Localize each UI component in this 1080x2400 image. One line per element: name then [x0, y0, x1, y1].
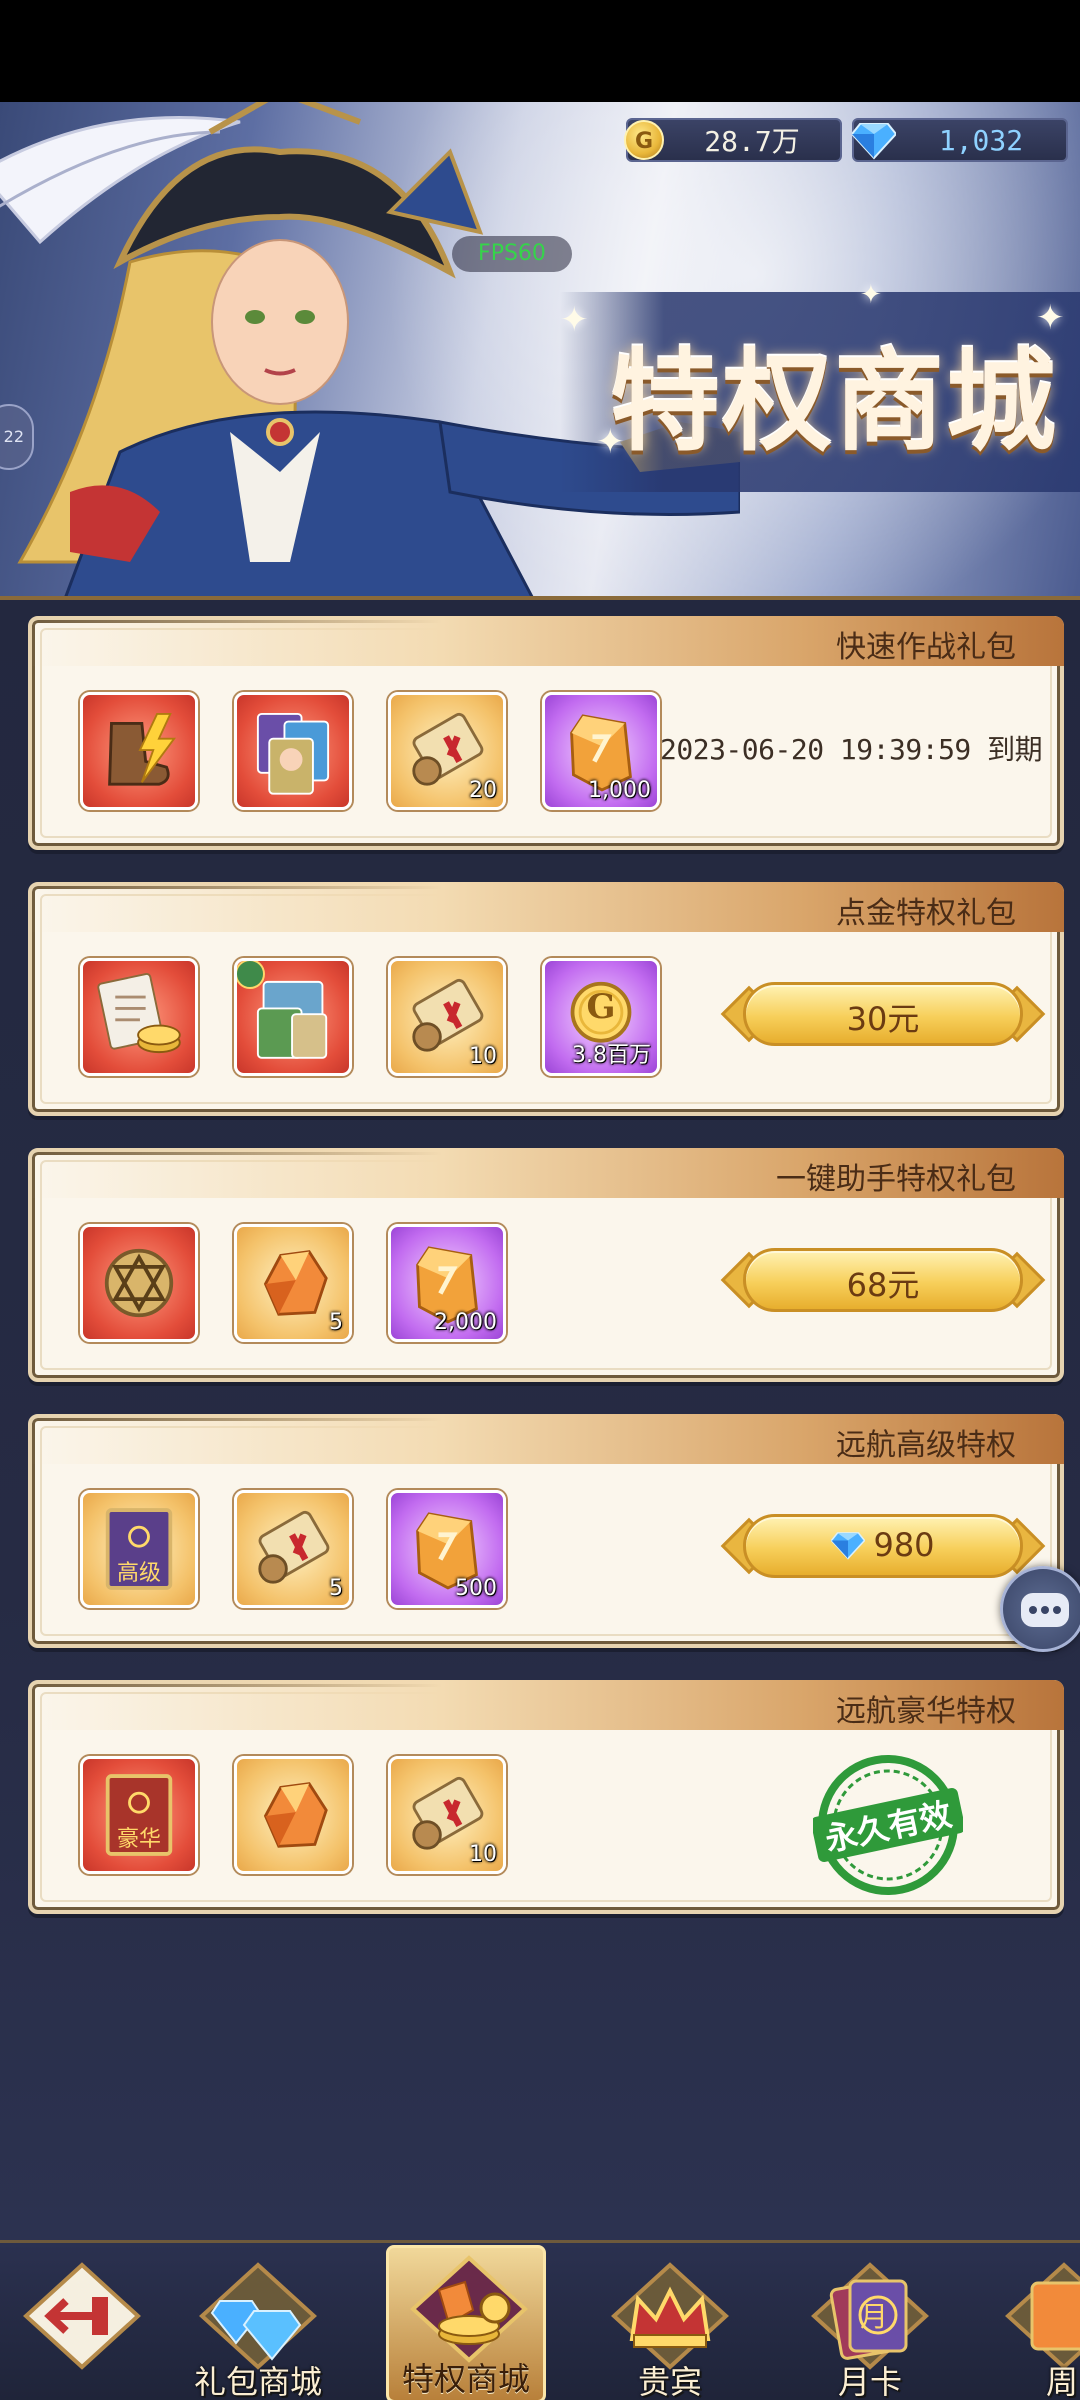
- package-card: 远航豪华特权 豪华 10 永久有效: [28, 1680, 1064, 1914]
- fps-counter: FPS60: [452, 236, 572, 272]
- price-label: 980: [873, 1526, 935, 1564]
- amber-crystal-icon[interactable]: 500: [388, 1490, 506, 1608]
- sparkle-icon: ✦: [560, 300, 589, 340]
- gem-value: 1,032: [938, 123, 1024, 157]
- map-cards-icon[interactable]: [234, 958, 352, 1076]
- package-name: 远航豪华特权: [836, 1694, 1016, 1729]
- package-card: 点金特权礼包 10 G 3.8百万 30元: [28, 882, 1064, 1116]
- book-label: 豪华: [116, 1827, 161, 1852]
- sparkle-icon: ✦: [596, 422, 625, 462]
- weekly-card-icon: [1005, 2262, 1080, 2370]
- month-card-glyph: 月: [860, 2300, 889, 2333]
- package-name: 远航高级特权: [836, 1428, 1016, 1463]
- coin-letter: G: [586, 987, 616, 1027]
- bottom-nav: 礼包商城 特权商城 贵宾 月 月卡 周: [0, 2240, 1080, 2400]
- gold-coin-icon[interactable]: G 3.8百万: [542, 958, 660, 1076]
- gold-value: 28.7万: [704, 125, 800, 158]
- letter-gold-icon[interactable]: [80, 958, 198, 1076]
- nav-weekly[interactable]: 周: [1000, 2255, 1080, 2400]
- nav-vip[interactable]: 贵宾: [590, 2255, 750, 2400]
- gold-coin-icon: G: [624, 120, 664, 160]
- amber-crystal-icon[interactable]: 2,000: [388, 1224, 506, 1342]
- package-name: 快速作战礼包: [836, 630, 1016, 665]
- gem-currency[interactable]: 1,032: [852, 118, 1068, 162]
- scroll-icon[interactable]: 10: [388, 958, 506, 1076]
- package-list: 快速作战礼包 20 1,000 2023-06-20 19:39:59 到期 点…: [0, 600, 1080, 2240]
- heroes-cards-icon[interactable]: [234, 692, 352, 810]
- nav-label: 礼包商城: [193, 2363, 322, 2400]
- treasure-icon: [410, 2255, 528, 2363]
- orange-ore-icon[interactable]: 5: [234, 1224, 352, 1342]
- permanent-stamp: 永久有效: [810, 1750, 966, 1900]
- nav-label: 月卡: [837, 2363, 902, 2400]
- price-label: 30元: [846, 1000, 920, 1038]
- expire-time: 2023-06-20 19:39:59 到期: [660, 733, 1043, 766]
- book-label: 高级: [116, 1561, 161, 1586]
- chat-button[interactable]: [1000, 1566, 1080, 1652]
- gold-currency[interactable]: G 28.7万: [624, 118, 842, 162]
- status-bar: [0, 0, 1080, 102]
- item-row: 5 2,000: [80, 1224, 506, 1342]
- exit-icon: [23, 2262, 141, 2370]
- diamond-icon: [852, 123, 896, 160]
- diamonds-icon: [199, 2262, 317, 2370]
- boot-lightning-icon[interactable]: [80, 692, 198, 810]
- shop-banner: 特权商城 ✦ ✦ ✦ ✦: [0, 102, 1080, 600]
- package-name: 点金特权礼包: [836, 896, 1016, 931]
- diamond-icon: [831, 1532, 866, 1560]
- nav-label: 贵宾: [637, 2363, 702, 2400]
- sparkle-icon: ✦: [1036, 298, 1065, 338]
- buy-980-gems-button[interactable]: 980: [720, 1506, 1046, 1586]
- buy-68-button[interactable]: 68元: [720, 1240, 1046, 1320]
- crown-icon: [611, 2262, 729, 2370]
- luxury-book-icon[interactable]: 豪华: [80, 1756, 198, 1874]
- scroll-icon[interactable]: 5: [234, 1490, 352, 1608]
- nav-label: 周: [1045, 2363, 1078, 2400]
- amber-crystal-icon[interactable]: 1,000: [542, 692, 660, 810]
- nav-month-card[interactable]: 月 月卡: [790, 2255, 950, 2400]
- package-card: 一键助手特权礼包 5 2,000 68元: [28, 1148, 1064, 1382]
- item-row: 高级 5 500: [80, 1490, 506, 1608]
- scroll-icon[interactable]: 10: [388, 1756, 506, 1874]
- chat-icon: [1021, 1593, 1069, 1627]
- scroll-icon[interactable]: 20: [388, 692, 506, 810]
- sparkle-icon: ✦: [860, 280, 882, 310]
- nav-privilege-shop[interactable]: 特权商城: [386, 2245, 546, 2400]
- package-name: 一键助手特权礼包: [776, 1162, 1016, 1197]
- nav-back[interactable]: [2, 2255, 162, 2400]
- price-label: 68元: [846, 1266, 920, 1304]
- compass-medal-icon[interactable]: [80, 1224, 198, 1342]
- orange-ore-icon[interactable]: [234, 1756, 352, 1874]
- package-card: 快速作战礼包 20 1,000 2023-06-20 19:39:59 到期: [28, 616, 1064, 850]
- nav-gift-shop[interactable]: 礼包商城: [178, 2255, 338, 2400]
- package-card: 远航高级特权 高级 5 500 980: [28, 1414, 1064, 1648]
- item-row: 20 1,000: [80, 692, 660, 810]
- nav-label: 特权商城: [401, 2360, 530, 2398]
- page-title: 特权商城: [610, 337, 1058, 466]
- advanced-book-icon[interactable]: 高级: [80, 1490, 198, 1608]
- side-pull-tab[interactable]: 22: [0, 404, 34, 470]
- item-row: 豪华 10: [80, 1756, 506, 1874]
- buy-30-button[interactable]: 30元: [720, 974, 1046, 1054]
- item-row: 10 G 3.8百万: [80, 958, 660, 1076]
